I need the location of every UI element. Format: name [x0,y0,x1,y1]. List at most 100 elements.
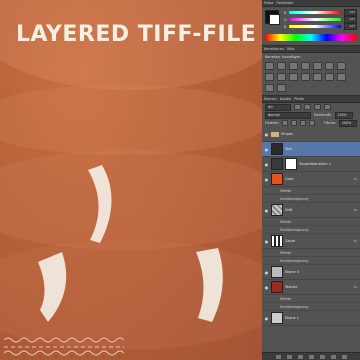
visibility-eye-icon[interactable]: ● [264,162,269,167]
lock-label: Fixieren: [265,121,280,125]
adjustment-thumbnail [271,158,283,170]
layer-row-stripes[interactable]: ● Stripes [262,127,360,142]
blend-mode-select[interactable]: Normal [265,111,311,119]
threshold-icon[interactable] [337,73,346,81]
tab-korrekturen[interactable]: Korrekturen [264,47,284,51]
visibility-eye-icon[interactable]: ● [264,316,269,321]
new-group-icon[interactable] [318,353,326,360]
layer-thumbnail [271,204,283,216]
color-overlay-row: Farbüberlagerung [262,226,360,234]
trash-icon[interactable] [340,353,348,360]
tab-farbe[interactable]: Farbe [264,1,273,5]
filter-pixel-icon[interactable] [294,104,301,110]
layer-thumbnail [271,235,283,247]
red-value[interactable]: 127 [344,9,357,16]
posterize-icon[interactable] [325,73,334,81]
fx-icon[interactable]: fx [354,285,357,289]
layer-row-color[interactable]: ● Color fx [262,172,360,187]
layer-name: Tonwertkorrektur 1 [299,162,332,166]
layer-thumbnail [271,281,283,293]
folder-icon [271,131,279,137]
color-panel: Farbe Farbfelder R 127 G 127 B 127 [262,0,360,46]
color-panel-tabs: Farbe Farbfelder [262,0,360,7]
layer-name: Texture [285,285,298,289]
lock-pixels-icon[interactable] [291,120,298,126]
layer-thumbnail [271,312,283,324]
color-overlay-row: Farbüberlagerung [262,257,360,265]
invert-icon[interactable] [313,73,322,81]
blue-value[interactable]: 127 [344,23,357,30]
filter-type-icon[interactable] [314,104,321,110]
fx-icon[interactable]: fx [354,177,357,181]
color-spectrum-bar[interactable] [265,34,357,41]
fill-input[interactable]: 100% [339,119,357,127]
background-color-swatch[interactable] [269,14,280,25]
fx-icon[interactable]: fx [354,208,357,212]
layer-row-texture[interactable]: ● Texture fx [262,280,360,295]
layer-name: Stripes [281,132,293,136]
tab-pfade[interactable]: Pfade [294,97,304,101]
slider-label-b: B [284,24,287,29]
fx-icon[interactable]: fx [354,239,357,243]
adjustment-icons [262,59,360,95]
new-adjustment-icon[interactable] [307,353,315,360]
exposure-icon[interactable] [301,62,310,70]
color-balance-icon[interactable] [337,62,346,70]
tab-ebenen[interactable]: Ebenen [264,97,277,101]
blue-slider[interactable] [289,25,341,28]
green-value[interactable]: 127 [344,16,357,23]
gradient-map-icon[interactable] [265,84,274,92]
visibility-eye-icon[interactable]: ● [264,239,269,244]
layers-panel: Ebenen Kanäle Pfade Art Normal Deckkraft… [262,96,360,346]
effects-row: Effekte [262,187,360,195]
visibility-eye-icon[interactable]: ● [264,177,269,182]
visibility-eye-icon[interactable]: ● [264,147,269,152]
color-lookup-icon[interactable] [301,73,310,81]
white-arc-shape-1 [88,165,112,243]
lock-position-icon[interactable] [300,120,307,126]
green-slider[interactable] [289,18,341,21]
tab-farbfelder[interactable]: Farbfelder [276,1,293,5]
black-white-icon[interactable] [265,73,274,81]
red-slider[interactable] [289,11,341,14]
layer-row-zacke[interactable]: ● Zacke fx [262,234,360,249]
layer-row-levels-adjustment[interactable]: ● Tonwertkorrektur 1 [262,157,360,172]
link-layers-icon[interactable] [274,353,282,360]
brightness-icon[interactable] [265,62,274,70]
layers-list: ● Stripes ● Text ● Tonwertkorrektur 1 ● … [262,127,360,326]
visibility-eye-icon[interactable]: ● [264,132,269,137]
document-canvas[interactable]: LAYERED TIFF-FILE [0,0,262,360]
filter-adjustment-icon[interactable] [304,104,311,110]
layer-row-ebene-1[interactable]: ● Ebene 1 [262,311,360,326]
selective-color-icon[interactable] [277,84,286,92]
visibility-eye-icon[interactable]: ● [264,208,269,213]
filter-shape-icon[interactable] [324,104,331,110]
opacity-input[interactable]: 100% [334,111,353,119]
fill-label: Fläche: [323,121,336,125]
lock-all-icon[interactable] [309,120,316,126]
curves-icon[interactable] [289,62,298,70]
hue-saturation-icon[interactable] [325,62,334,70]
photo-filter-icon[interactable] [277,73,286,81]
layer-name: Drift [285,208,293,212]
layers-panel-tabs: Ebenen Kanäle Pfade [262,96,360,103]
opacity-label: Deckkraft: [314,113,332,117]
tab-kanaele[interactable]: Kanäle [280,97,292,101]
visibility-eye-icon[interactable]: ● [264,270,269,275]
add-mask-icon[interactable] [296,353,304,360]
layer-row-drift[interactable]: ● Drift fx [262,203,360,218]
add-style-icon[interactable] [285,353,293,360]
layer-filter-select[interactable]: Art [265,103,291,111]
effects-row: Effekte [262,218,360,226]
layer-row-ebene-4[interactable]: ● Ebene 4 [262,265,360,280]
new-layer-icon[interactable] [329,353,337,360]
layer-name: Zacke [285,239,296,243]
white-arc-shape-2 [38,252,67,322]
lock-transparency-icon[interactable] [282,120,289,126]
levels-icon[interactable] [277,62,286,70]
channel-mixer-icon[interactable] [289,73,298,81]
tab-stile[interactable]: Stile [287,47,294,51]
vibrance-icon[interactable] [313,62,322,70]
visibility-eye-icon[interactable]: ● [264,285,269,290]
layer-row-text[interactable]: ● Text [262,142,360,157]
